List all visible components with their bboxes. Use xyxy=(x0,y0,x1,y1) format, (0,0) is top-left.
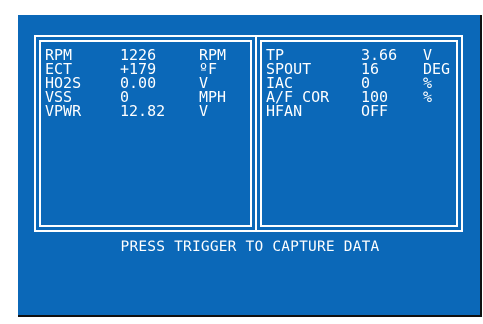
pid-label: VPWR xyxy=(45,102,82,120)
pid-value: 12.82 xyxy=(120,102,166,120)
pid-row-vpwr: VPWR 12.82 V xyxy=(45,102,250,120)
pid-unit: % xyxy=(423,88,433,106)
pid-label: HFAN xyxy=(266,102,303,120)
right-data-panel: TP 3.66 V SPOUT 16 DEG IAC 0 % A/F COR 1… xyxy=(255,35,463,232)
pid-unit: V xyxy=(199,102,209,120)
pid-value: OFF xyxy=(361,102,389,120)
pid-row-hfan: HFAN OFF xyxy=(266,102,456,120)
scan-tool-screen: RPM 1226 RPM ECT +179 ºF HO2S 0.00 V VSS… xyxy=(18,15,482,317)
left-data-panel: RPM 1226 RPM ECT +179 ºF HO2S 0.00 V VSS… xyxy=(34,35,257,232)
capture-prompt: PRESS TRIGGER TO CAPTURE DATA xyxy=(120,239,380,255)
